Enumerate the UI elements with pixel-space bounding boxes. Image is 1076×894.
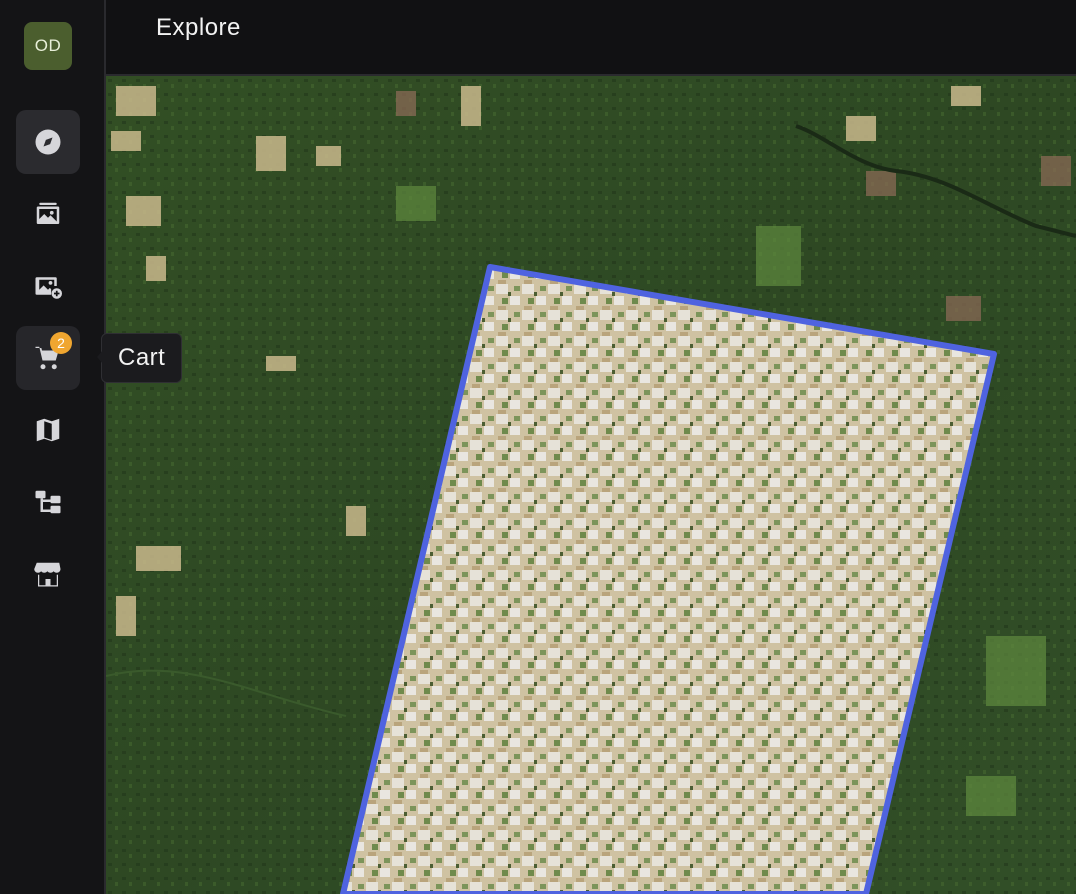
map-view[interactable] <box>106 76 1076 894</box>
nav-map-button[interactable] <box>16 398 80 462</box>
nav-workflows-button[interactable] <box>16 470 80 534</box>
nav-explore-button[interactable] <box>16 110 80 174</box>
hierarchy-icon <box>35 490 61 514</box>
cart-tooltip: Cart <box>96 333 183 383</box>
nav-gallery-button[interactable] <box>16 182 80 246</box>
image-add-icon <box>35 277 62 299</box>
nav-cart-button[interactable]: 2 <box>16 326 80 390</box>
page-title: Explore <box>156 14 241 41</box>
user-avatar[interactable]: OD <box>24 22 72 70</box>
cart-count-badge: 2 <box>50 332 72 354</box>
sidebar: OD 2 <box>0 0 106 894</box>
nav-add-image-button[interactable] <box>16 254 80 318</box>
compass-icon <box>35 129 61 155</box>
tooltip-text: Cart <box>118 344 166 371</box>
page-header: Explore <box>106 0 1076 76</box>
nav-store-button[interactable] <box>16 542 80 606</box>
storefront-icon <box>34 562 61 587</box>
map-icon <box>36 418 60 442</box>
image-gallery-icon <box>36 202 60 224</box>
satellite-map[interactable] <box>106 76 1076 894</box>
